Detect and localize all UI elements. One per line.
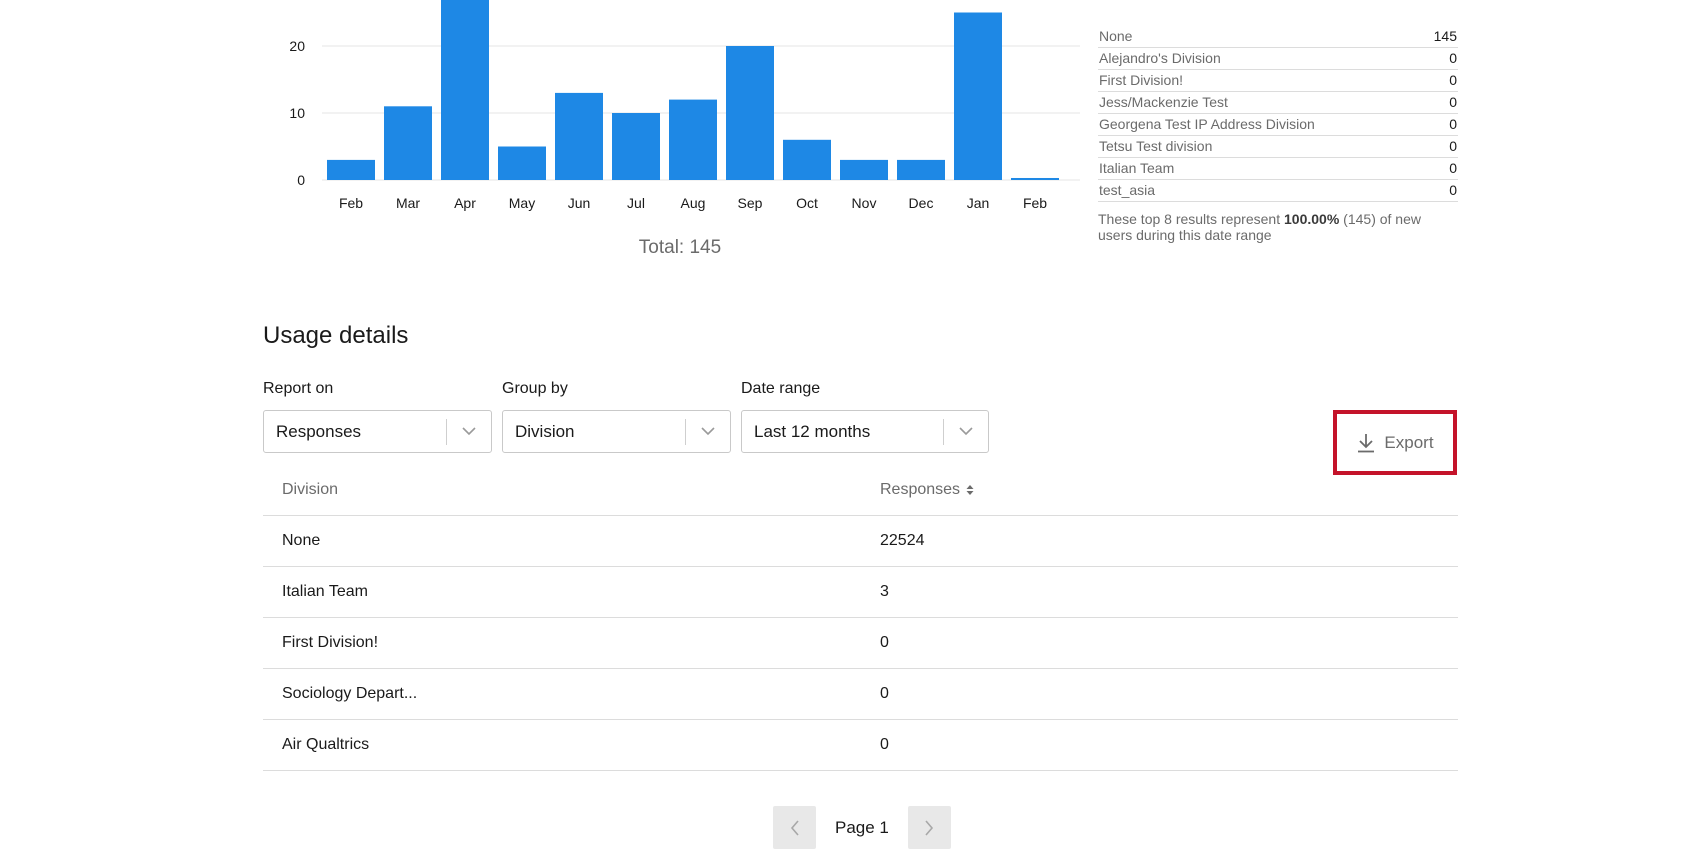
prev-page-button[interactable] (773, 806, 816, 849)
summary-row-name: Tetsu Test division (1099, 138, 1213, 154)
summary-row-name: Italian Team (1099, 160, 1175, 176)
chevron-down-icon (944, 427, 988, 436)
summary-row-name: Georgena Test IP Address Division (1099, 116, 1315, 132)
x-tick-label: Jan (967, 195, 990, 211)
bar[interactable] (897, 159, 945, 180)
summary-row: Tetsu Test division 0 (1098, 136, 1458, 158)
cell-responses: 3 (880, 583, 889, 600)
x-tick-label: Feb (339, 195, 363, 211)
chevron-down-icon (447, 427, 491, 436)
date-range-label: Date range (741, 380, 821, 397)
summary-row: First Division! 0 (1098, 70, 1458, 92)
cell-division: Air Qualtrics (282, 736, 370, 753)
top-results-note: These top 8 results represent 100.00% (1… (1098, 211, 1421, 243)
sort-icon (966, 484, 974, 495)
bar[interactable] (954, 12, 1002, 181)
summary-row-name: None (1099, 28, 1133, 44)
group-by-label: Group by (502, 380, 568, 397)
summary-row: test_asia 0 (1098, 180, 1458, 202)
bar[interactable] (612, 113, 660, 180)
table-row: Sociology Depart... 0 (263, 669, 1458, 720)
summary-row-name: Jess/Mackenzie Test (1099, 94, 1228, 110)
bar[interactable] (384, 106, 432, 180)
cell-responses: 22524 (880, 532, 925, 549)
summary-row-value: 0 (1449, 138, 1457, 154)
summary-row-name: Alejandro's Division (1099, 50, 1221, 66)
summary-row: Jess/Mackenzie Test 0 (1098, 92, 1458, 114)
date-range-value: Last 12 months (754, 421, 871, 441)
section-title: Usage details (263, 322, 409, 349)
cell-responses: 0 (880, 685, 889, 702)
column-header-responses-label: Responses (880, 480, 961, 498)
next-page-button[interactable] (907, 806, 951, 849)
cell-division: Italian Team (282, 583, 368, 600)
summary-row-value: 145 (1433, 28, 1457, 44)
x-tick-label: Jun (568, 195, 591, 211)
summary-row-name: First Division! (1099, 72, 1184, 88)
summary-row: None 145 (1098, 26, 1458, 48)
x-tick-label: Feb (1023, 195, 1047, 211)
page-label: Page 1 (835, 817, 889, 837)
cell-division: None (282, 532, 321, 549)
chart-total: Total: 145 (638, 237, 722, 258)
usage-table: Division Responses None 22524 Italian Team… (263, 464, 1458, 771)
chevron-right-icon (925, 819, 934, 836)
bar[interactable] (441, 0, 489, 181)
summary-row: Alejandro's Division 0 (1098, 48, 1458, 70)
report-on-select[interactable]: Responses (263, 410, 492, 453)
table-row: First Division! 0 (263, 618, 1458, 669)
summary-row-value: 0 (1449, 160, 1457, 176)
summary-row-name: test_asia (1099, 182, 1156, 198)
chevron-down-icon (686, 427, 730, 436)
top-results-list: None 145 Alejandro's Division 0 First Divisi… (1098, 26, 1458, 243)
y-tick-label: 20 (289, 38, 305, 54)
summary-row-value: 0 (1449, 50, 1457, 66)
download-icon (1358, 433, 1375, 452)
bar[interactable] (669, 99, 717, 180)
cell-division: Sociology Depart... (282, 685, 418, 702)
y-tick-label: 0 (297, 172, 305, 188)
column-header-responses[interactable]: Responses (880, 481, 974, 499)
report-on-value: Responses (276, 421, 362, 441)
x-tick-label: Aug (681, 195, 706, 211)
group-by-value: Division (515, 421, 575, 441)
x-tick-label: Mar (396, 195, 420, 211)
summary-row-value: 0 (1449, 182, 1457, 198)
x-tick-label: May (509, 195, 535, 211)
export-label: Export (1384, 432, 1434, 452)
bar[interactable] (783, 139, 831, 180)
x-tick-label: Jul (627, 195, 645, 211)
bar[interactable] (327, 159, 375, 180)
bar[interactable] (726, 46, 774, 180)
group-by-select[interactable]: Division (502, 410, 731, 453)
table-row: Italian Team 3 (263, 567, 1458, 618)
cell-division: First Division! (282, 634, 379, 651)
table-header: Division Responses (263, 464, 1458, 516)
table-row: Air Qualtrics 0 (263, 720, 1458, 771)
column-header-division[interactable]: Division (263, 481, 880, 499)
summary-row: Georgena Test IP Address Division 0 (1098, 114, 1458, 136)
summary-row-value: 0 (1449, 94, 1457, 110)
x-tick-label: Nov (852, 195, 877, 211)
bar[interactable] (498, 146, 546, 181)
bar[interactable] (555, 92, 603, 180)
table-row: None 22524 (263, 516, 1458, 567)
y-tick-label: 10 (289, 105, 305, 121)
pagination: Page 1 (773, 806, 951, 849)
bar[interactable] (840, 159, 888, 180)
x-tick-label: Dec (909, 195, 934, 211)
cell-responses: 0 (880, 634, 889, 651)
x-tick-label: Sep (738, 195, 763, 211)
summary-row: Italian Team 0 (1098, 158, 1458, 180)
date-range-select[interactable]: Last 12 months (741, 410, 989, 453)
summary-row-value: 0 (1449, 72, 1457, 88)
monthly-bar-chart: 0 10 20 Feb Mar Apr May Jun Jul Aug Sep Oct Nov Dec Ja… (289, 0, 1080, 211)
x-tick-label: Oct (796, 195, 818, 211)
chevron-left-icon (790, 819, 799, 836)
bar[interactable] (1011, 177, 1059, 180)
x-tick-label: Apr (454, 195, 476, 211)
report-on-label: Report on (263, 380, 334, 397)
cell-responses: 0 (880, 736, 889, 753)
summary-row-value: 0 (1449, 116, 1457, 132)
